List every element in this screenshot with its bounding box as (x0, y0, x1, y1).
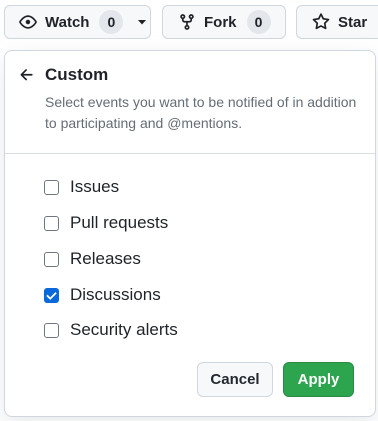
check-icon (46, 291, 57, 300)
checkbox[interactable] (44, 215, 59, 231)
fork-icon (177, 12, 197, 32)
cancel-button[interactable]: Cancel (197, 362, 273, 397)
option-issues[interactable]: Issues (44, 176, 119, 198)
checkbox[interactable] (44, 322, 59, 338)
fork-label: Fork (204, 13, 237, 31)
arrow-left-icon[interactable] (18, 66, 36, 84)
fork-count: 0 (246, 10, 271, 34)
eye-icon (18, 12, 38, 32)
watch-button[interactable]: Watch 0 (4, 5, 151, 39)
checkbox[interactable] (44, 179, 59, 195)
option-security-alerts[interactable]: Security alerts (44, 319, 178, 341)
star-button[interactable]: Star (296, 5, 378, 39)
fork-button[interactable]: Fork 0 (162, 5, 286, 39)
chevron-down-icon (135, 15, 149, 29)
option-pull-requests[interactable]: Pull requests (44, 212, 168, 234)
option-label: Releases (70, 249, 141, 268)
option-discussions[interactable]: Discussions (44, 284, 161, 306)
watch-count: 0 (99, 10, 124, 34)
watch-label: Watch (45, 13, 90, 31)
checkbox[interactable] (44, 251, 59, 267)
option-releases[interactable]: Releases (44, 248, 141, 270)
star-icon (311, 12, 331, 32)
dropdown-header: Custom Select events you want to be noti… (5, 51, 375, 154)
apply-button[interactable]: Apply (283, 362, 354, 397)
option-label: Pull requests (70, 213, 169, 232)
checkbox-checked[interactable] (44, 287, 59, 303)
option-label: Security alerts (70, 320, 178, 339)
dropdown-description: Select events you want to be notified of… (45, 94, 357, 131)
option-label: Discussions (70, 285, 161, 304)
custom-notifications-dropdown: Custom Select events you want to be noti… (4, 50, 376, 417)
repo-action-bar: Watch 0 Fork 0 Star (0, 0, 378, 46)
option-label: Issues (70, 177, 120, 196)
star-label: Star (338, 13, 368, 31)
dropdown-title: Custom (45, 65, 109, 84)
